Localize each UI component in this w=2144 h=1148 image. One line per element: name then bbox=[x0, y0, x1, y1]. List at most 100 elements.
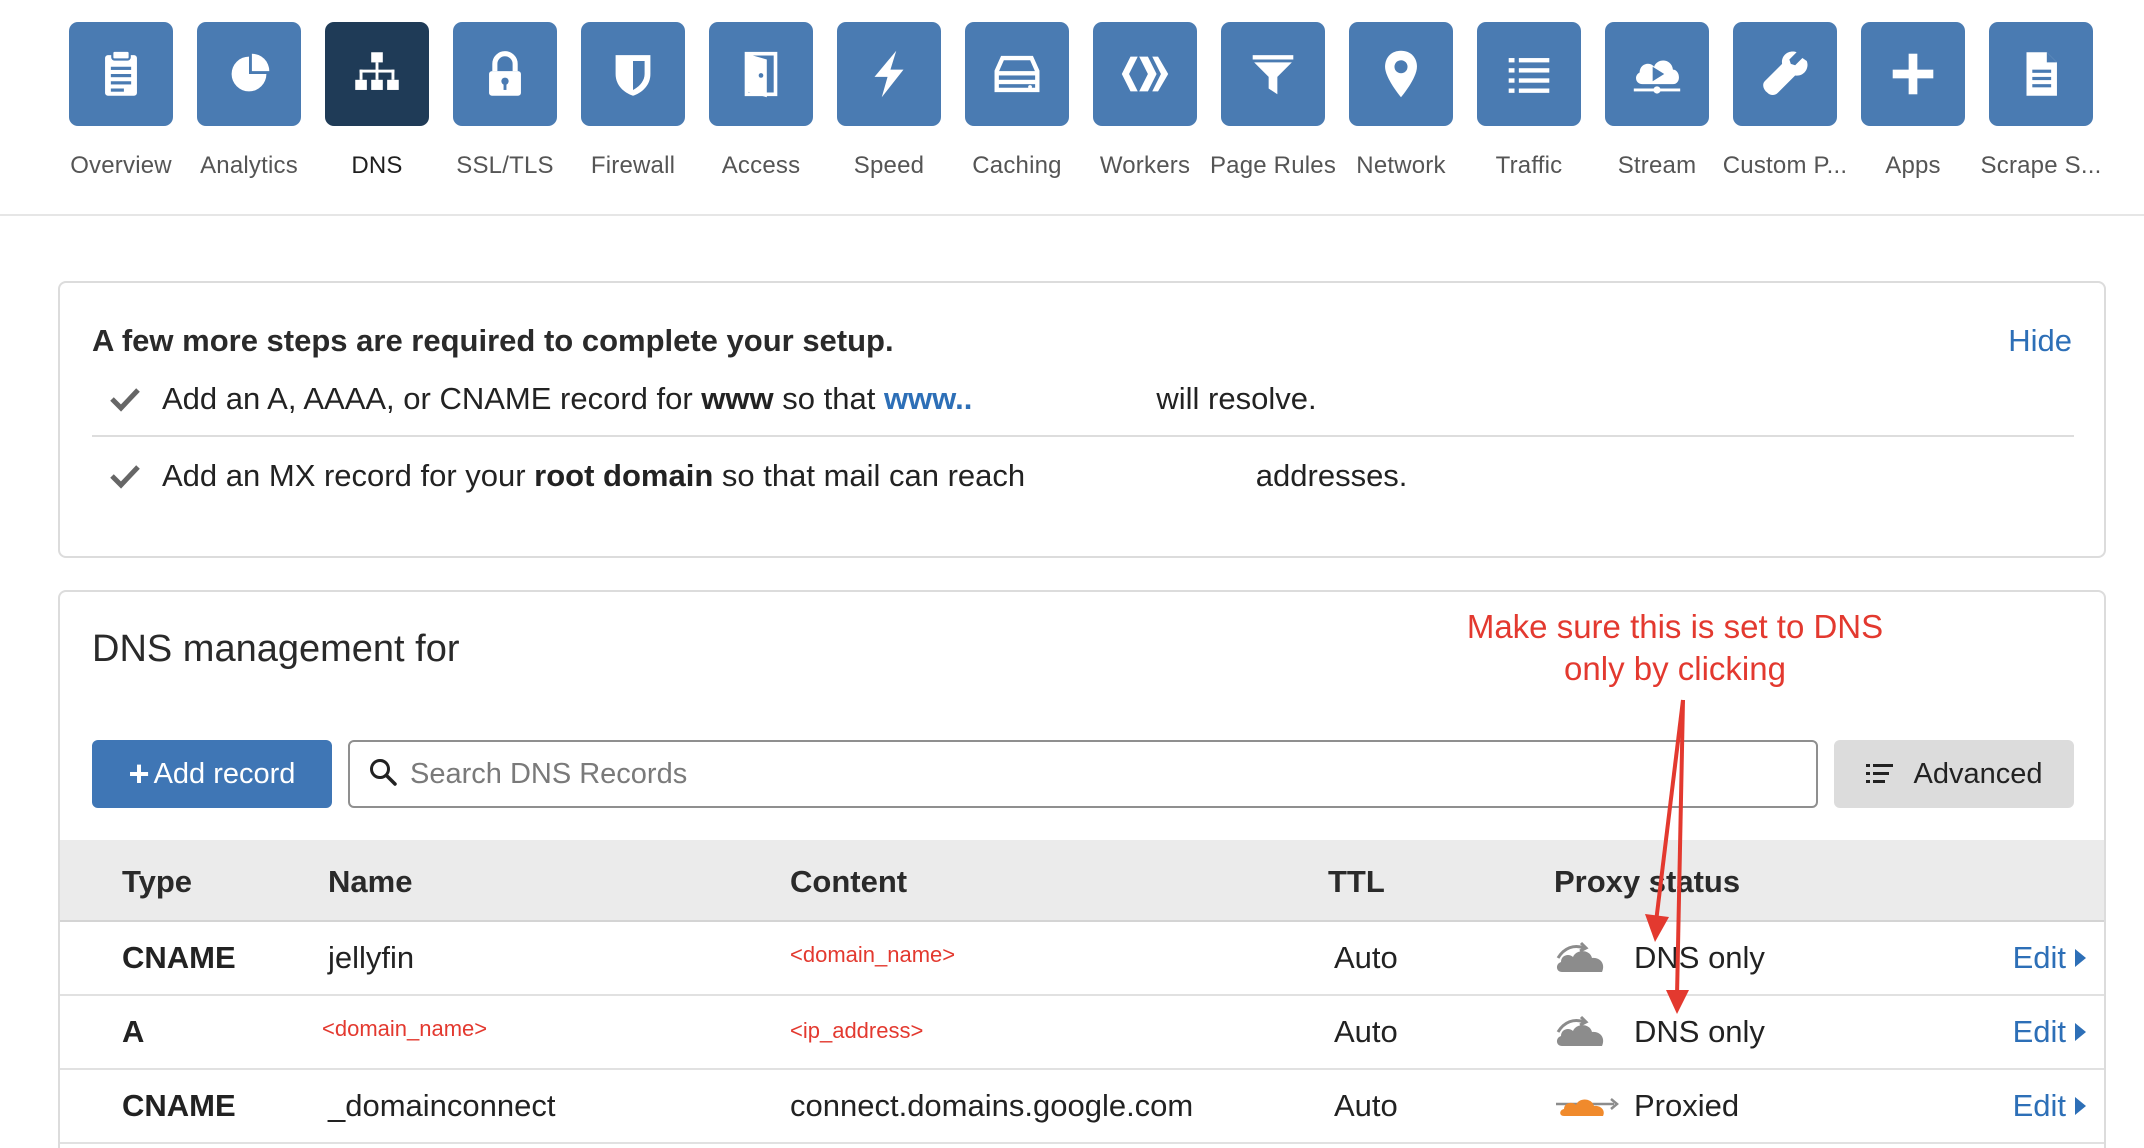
search-icon bbox=[368, 757, 398, 792]
dns-only-cloud-icon bbox=[1554, 936, 1612, 981]
nav-label: Caching bbox=[972, 152, 1062, 179]
record-ttl: Auto bbox=[1334, 1088, 1398, 1123]
setup-title: A few more steps are required to complet… bbox=[92, 323, 894, 358]
nav-item-stream[interactable]: Stream bbox=[1593, 22, 1721, 202]
nav-label: Page Rules bbox=[1209, 152, 1337, 179]
dns-table-header: Type Name Content TTL Proxy status bbox=[60, 840, 2104, 922]
nav-item-network[interactable]: Network bbox=[1337, 22, 1465, 202]
add-record-label: Add record bbox=[153, 757, 296, 790]
record-type: A bbox=[122, 1014, 145, 1049]
plus-icon bbox=[1861, 22, 1965, 126]
record-name: <domain_name> bbox=[322, 1016, 488, 1041]
annotation-line-2: only by clicking bbox=[1564, 650, 1786, 687]
edit-record-link[interactable]: Edit bbox=[2013, 1014, 2086, 1050]
nav-label: Workers bbox=[1099, 152, 1191, 179]
document-icon bbox=[1989, 22, 2093, 126]
proxy-status-text[interactable]: DNS only bbox=[1634, 940, 1765, 976]
hide-link[interactable]: Hide bbox=[2008, 323, 2072, 359]
search-dns-box[interactable] bbox=[348, 740, 1818, 808]
nav-label: Analytics bbox=[200, 152, 298, 179]
dns-management-title: DNS management for bbox=[92, 628, 460, 670]
nav-label: Traffic bbox=[1495, 152, 1563, 179]
record-name: _domainconnect bbox=[328, 1088, 556, 1123]
record-ttl: Auto bbox=[1334, 1014, 1398, 1049]
advanced-button[interactable]: Advanced bbox=[1834, 740, 2074, 808]
door-icon bbox=[709, 22, 813, 126]
shield-icon bbox=[581, 22, 685, 126]
nav-item-page-rules[interactable]: Page Rules bbox=[1209, 22, 1337, 202]
record-name: jellyfin bbox=[328, 940, 415, 975]
filter-icon bbox=[1221, 22, 1325, 126]
annotation-line-1: Make sure this is set to DNS bbox=[1466, 608, 1884, 645]
nav-item-dns[interactable]: DNS bbox=[313, 22, 441, 202]
header-content: Content bbox=[790, 864, 908, 899]
location-pin-icon bbox=[1349, 22, 1453, 126]
advanced-label: Advanced bbox=[1913, 757, 2043, 790]
server-icon bbox=[965, 22, 1069, 126]
edit-record-link[interactable]: Edit bbox=[2013, 940, 2086, 976]
add-record-button[interactable]: + Add record bbox=[92, 740, 332, 808]
nav-item-traffic[interactable]: Traffic bbox=[1465, 22, 1593, 202]
nav-item-speed[interactable]: Speed bbox=[825, 22, 953, 202]
nav-label: Custom P... bbox=[1722, 152, 1848, 179]
caret-right-icon bbox=[2075, 1097, 2086, 1115]
search-dns-input[interactable] bbox=[410, 757, 1790, 791]
nav-label: DNS bbox=[351, 152, 403, 179]
nav-item-access[interactable]: Access bbox=[697, 22, 825, 202]
network-tree-icon bbox=[325, 22, 429, 126]
pie-chart-icon bbox=[197, 22, 301, 126]
setup-step-www: Add an A, AAAA, or CNAME record for www … bbox=[92, 363, 2074, 437]
table-row: CNAME _domainconnect connect.domains.goo… bbox=[60, 1070, 2104, 1144]
nav-label: Speed bbox=[853, 152, 925, 179]
nav-item-firewall[interactable]: Firewall bbox=[569, 22, 697, 202]
header-proxy-status: Proxy status bbox=[1554, 864, 1741, 899]
clipboard-icon bbox=[69, 22, 173, 126]
list-icon bbox=[1477, 22, 1581, 126]
proxy-status-text[interactable]: DNS only bbox=[1634, 1014, 1765, 1050]
nav-item-scrape-shield[interactable]: Scrape S... bbox=[1977, 22, 2105, 202]
nav-label: Apps bbox=[1885, 152, 1941, 179]
record-content: <domain_name> bbox=[790, 942, 956, 967]
annotation-note: Make sure this is set to DNS only by cli… bbox=[1440, 606, 1910, 690]
header-ttl: TTL bbox=[1328, 864, 1385, 899]
nav-label: Firewall bbox=[590, 152, 676, 179]
nav-item-overview[interactable]: Overview bbox=[57, 22, 185, 202]
nav-item-ssl-tls[interactable]: SSL/TLS bbox=[441, 22, 569, 202]
nav-label: Network bbox=[1356, 152, 1446, 179]
plus-icon: + bbox=[128, 753, 150, 794]
nav-item-caching[interactable]: Caching bbox=[953, 22, 1081, 202]
record-content: connect.domains.google.com bbox=[790, 1088, 1194, 1123]
checkmark-icon bbox=[106, 457, 144, 495]
nav-item-analytics[interactable]: Analytics bbox=[185, 22, 313, 202]
step-text: Add an A, AAAA, or CNAME record for www … bbox=[162, 381, 1317, 416]
nav-item-custom-pages[interactable]: Custom P... bbox=[1721, 22, 1849, 202]
nav-item-apps[interactable]: Apps bbox=[1849, 22, 1977, 202]
setup-steps-card: A few more steps are required to complet… bbox=[58, 281, 2106, 558]
header-type: Type bbox=[122, 864, 193, 899]
wrench-icon bbox=[1733, 22, 1837, 126]
setup-step-mx: Add an MX record for your root domain so… bbox=[92, 439, 2074, 513]
table-row: A <domain_name> <ip_address> Auto DNS on… bbox=[60, 996, 2104, 1070]
header-name: Name bbox=[328, 864, 413, 899]
nav-label: Scrape S... bbox=[1980, 152, 2102, 179]
checkmark-icon bbox=[106, 380, 144, 418]
www-link[interactable]: www.. bbox=[884, 381, 972, 416]
step-text: Add an MX record for your root domain so… bbox=[162, 458, 1408, 493]
dns-only-cloud-icon bbox=[1554, 1010, 1612, 1055]
lightning-icon bbox=[837, 22, 941, 126]
proxy-status-text[interactable]: Proxied bbox=[1634, 1088, 1739, 1124]
nav-label: SSL/TLS bbox=[456, 152, 554, 179]
lock-icon bbox=[453, 22, 557, 126]
proxied-cloud-icon bbox=[1554, 1090, 1624, 1125]
nav-label: Access bbox=[721, 152, 801, 179]
nav-label: Overview bbox=[70, 152, 172, 179]
nav-label: Stream bbox=[1617, 152, 1697, 179]
record-content: <ip_address> bbox=[790, 1018, 924, 1043]
edit-record-link[interactable]: Edit bbox=[2013, 1088, 2086, 1124]
top-nav: Overview Analytics DNS SSL/TLS Firewall … bbox=[0, 0, 2144, 216]
cloud-play-icon bbox=[1605, 22, 1709, 126]
record-type: CNAME bbox=[122, 940, 236, 975]
record-ttl: Auto bbox=[1334, 940, 1398, 975]
caret-right-icon bbox=[2075, 1023, 2086, 1041]
nav-item-workers[interactable]: Workers bbox=[1081, 22, 1209, 202]
